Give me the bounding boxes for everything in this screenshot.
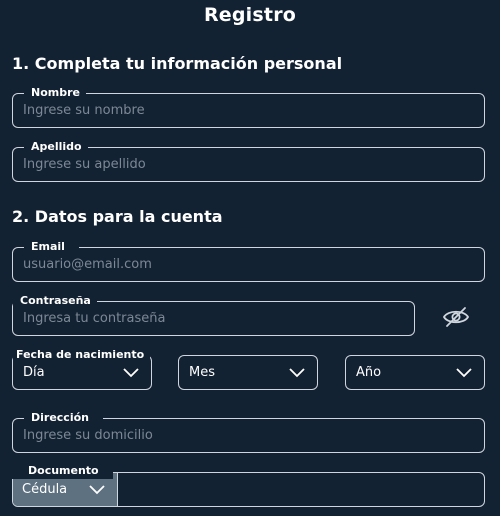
section-account-heading: 2. Datos para la cuenta xyxy=(12,207,223,226)
birth-year-value: Año xyxy=(356,365,382,380)
birth-month-select[interactable]: Mes xyxy=(178,355,318,390)
birth-day-value: Día xyxy=(23,365,45,380)
chevron-down-icon xyxy=(89,484,105,494)
nombre-placeholder: Ingrese su nombre xyxy=(23,103,145,118)
email-placeholder: usuario@email.com xyxy=(23,257,152,272)
apellido-field[interactable]: Apellido Ingrese su apellido xyxy=(12,139,485,182)
document-label: Documento xyxy=(12,463,113,479)
birth-day-select[interactable]: Fecha de nacimiento Día xyxy=(12,347,152,390)
page-title: Registro xyxy=(203,4,297,26)
password-placeholder: Ingresa tu contraseña xyxy=(23,311,166,326)
birth-year-select[interactable]: Año xyxy=(345,355,485,390)
chevron-down-icon xyxy=(123,367,139,377)
eye-slash-icon[interactable] xyxy=(442,305,470,329)
apellido-placeholder: Ingrese su apellido xyxy=(23,157,146,172)
nombre-field[interactable]: Nombre Ingrese su nombre xyxy=(12,85,485,128)
chevron-down-icon xyxy=(456,367,472,377)
section-personal-heading: 1. Completa tu información personal xyxy=(12,54,343,73)
password-field[interactable]: Contraseña Ingresa tu contraseña xyxy=(12,293,415,336)
address-placeholder: Ingrese su domicilio xyxy=(23,428,153,443)
chevron-down-icon xyxy=(289,367,305,377)
email-field[interactable]: Email usuario@email.com xyxy=(12,239,485,282)
birth-month-value: Mes xyxy=(189,365,215,380)
address-field[interactable]: Dirección Ingrese su domicilio xyxy=(12,410,485,453)
